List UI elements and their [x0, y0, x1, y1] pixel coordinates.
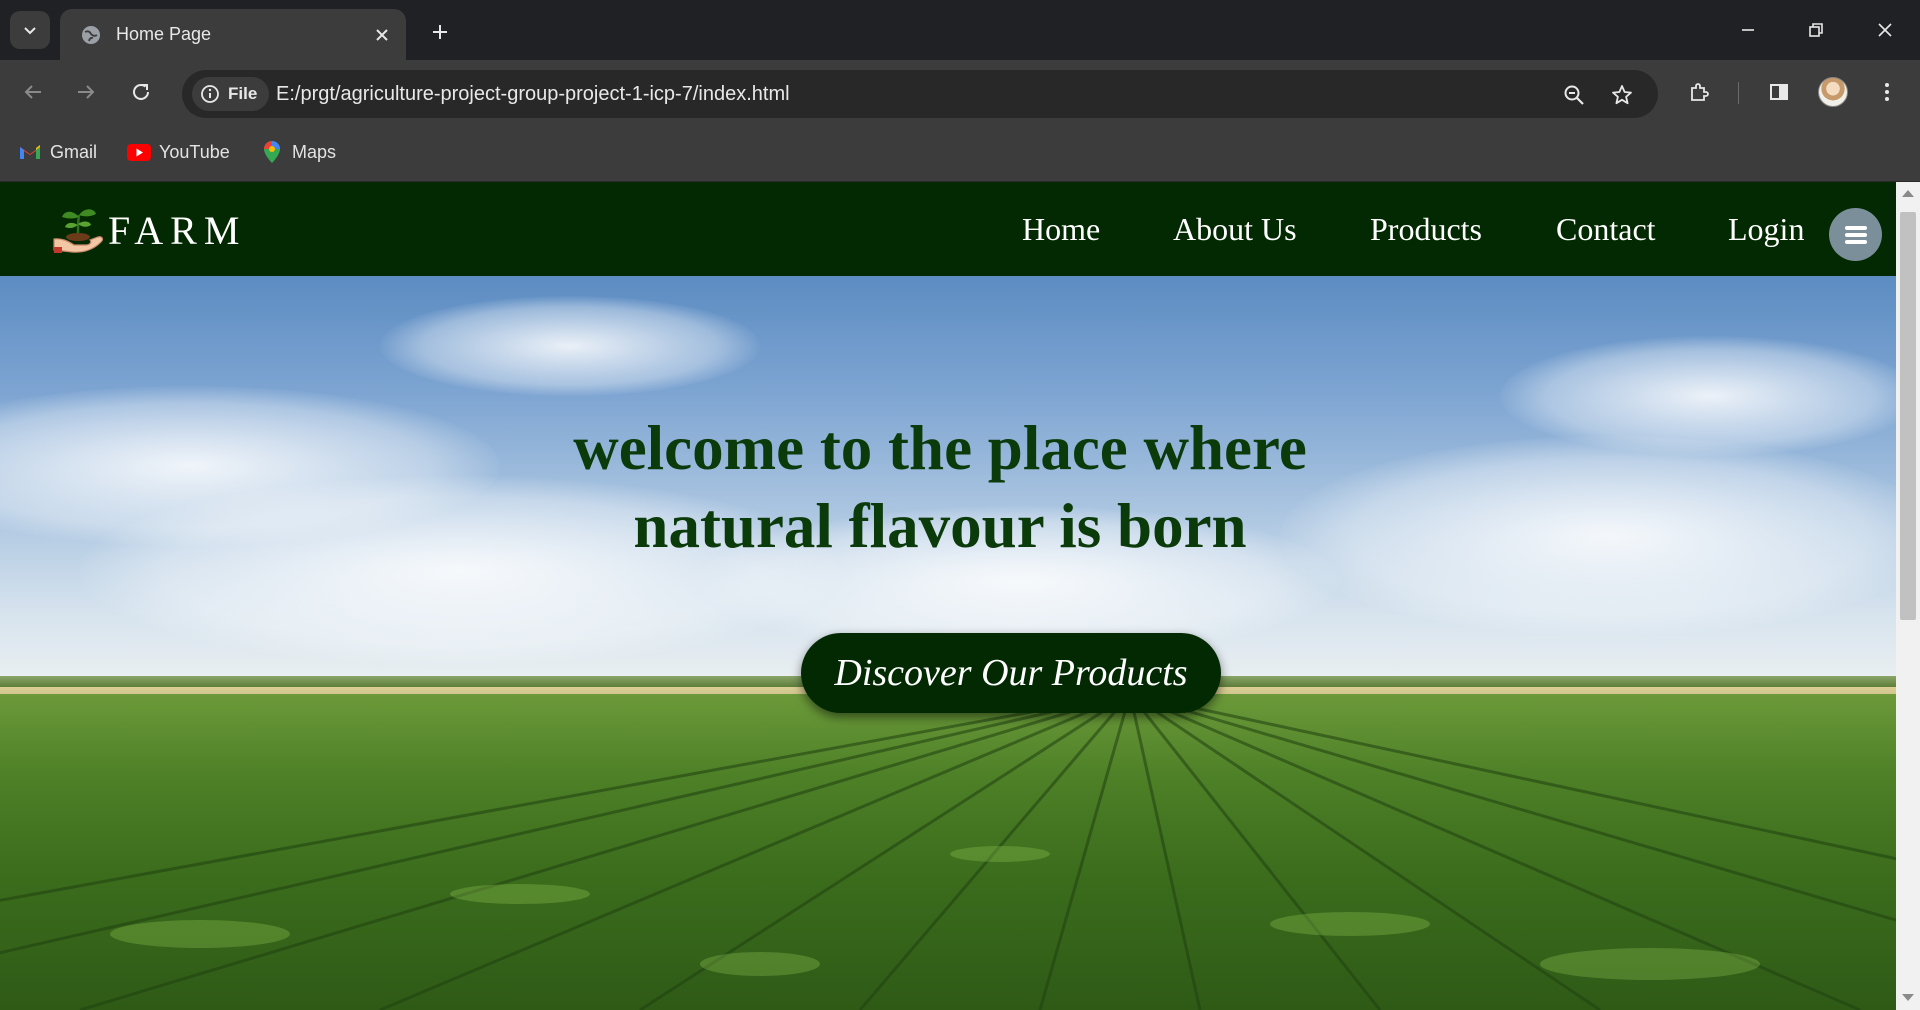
nav-link-contact[interactable]: Contact [1556, 211, 1656, 248]
cta-label: Discover Our Products [834, 652, 1188, 694]
site-chip-label: File [228, 84, 258, 103]
restore-button[interactable] [1792, 12, 1840, 48]
bookmarks-bar: Gmail YouTube Maps [0, 125, 1920, 182]
kebab-menu-icon [1885, 83, 1889, 101]
reload-icon [133, 83, 149, 100]
bookmark-label: YouTube [159, 141, 230, 162]
bookmark-youtube[interactable]: YouTube [127, 137, 230, 167]
hero-heading-line-2: natural flavour is born [633, 491, 1247, 561]
nav-link-login[interactable]: Login [1728, 211, 1804, 248]
bookmark-maps[interactable]: Maps [260, 137, 336, 167]
gmail-icon [18, 140, 42, 164]
scroll-down-arrow-icon[interactable] [1902, 994, 1914, 1001]
page-viewport: FARM Home About Us Products Contact Logi… [0, 182, 1896, 1010]
scroll-up-arrow-icon[interactable] [1902, 190, 1914, 197]
bookmark-label: Maps [292, 141, 337, 162]
arrow-left-icon [24, 85, 41, 99]
address-bar[interactable]: File E:/prgt/agriculture-project-group-p… [182, 70, 1658, 118]
info-icon [201, 85, 219, 103]
hero-heading-line-1: welcome to the place where [573, 413, 1307, 483]
bookmark-label: Gmail [50, 141, 98, 162]
page-scrollbar[interactable] [1896, 182, 1920, 1010]
site-info-chip[interactable]: File [192, 77, 270, 111]
new-tab-button[interactable] [424, 16, 456, 48]
toolbar-divider [1738, 82, 1739, 104]
close-icon [376, 28, 388, 41]
plus-icon [433, 25, 447, 39]
hero-heading: welcome to the place where natural flavo… [440, 409, 1440, 565]
globe-icon [82, 25, 100, 44]
site-navbar: FARM Home About Us Products Contact Logi… [0, 182, 1896, 276]
tab-search-button[interactable] [10, 11, 50, 49]
restore-icon [1809, 23, 1823, 37]
logo-text: FARM [108, 207, 247, 253]
profile-avatar[interactable] [1818, 77, 1848, 107]
side-panel-button[interactable] [1761, 74, 1797, 110]
reload-button[interactable] [123, 74, 159, 110]
tab-strip: Home Page [0, 0, 1920, 60]
plant-in-hand-icon [53, 209, 104, 253]
puzzle-icon [1691, 83, 1709, 101]
bookmark-gmail[interactable]: Gmail [18, 137, 97, 167]
browser-toolbar: File E:/prgt/agriculture-project-group-p… [0, 60, 1920, 125]
browser-menu-button[interactable] [1869, 74, 1905, 110]
nav-link-about-us[interactable]: About Us [1173, 211, 1297, 248]
zoom-button[interactable] [1559, 80, 1589, 110]
tab-title: Home Page [116, 24, 212, 44]
bookmark-star-button[interactable] [1607, 80, 1637, 110]
nav-link-home[interactable]: Home [1022, 211, 1100, 248]
side-panel-icon [1770, 84, 1788, 100]
extensions-button[interactable] [1681, 74, 1717, 110]
forward-button[interactable] [68, 74, 104, 110]
nav-link-products[interactable]: Products [1370, 211, 1482, 248]
star-icon [1612, 85, 1632, 105]
youtube-icon [127, 140, 151, 164]
zoom-out-icon [1564, 85, 1584, 105]
scrollbar-thumb[interactable] [1900, 212, 1916, 620]
hamburger-icon [1844, 225, 1867, 244]
minimize-icon [1742, 29, 1754, 31]
tab-close-button[interactable] [370, 23, 394, 47]
back-button[interactable] [15, 74, 51, 110]
hero-crop-field [0, 694, 1896, 1010]
url-text[interactable]: E:/prgt/agriculture-project-group-projec… [276, 83, 790, 106]
discover-products-button[interactable]: Discover Our Products [801, 633, 1221, 713]
minimize-button[interactable] [1724, 12, 1772, 48]
site-logo[interactable]: FARM [52, 205, 246, 255]
close-icon [1878, 23, 1892, 37]
arrow-right-icon [78, 85, 95, 99]
chevron-down-icon [24, 27, 36, 35]
maps-icon [260, 140, 284, 164]
hamburger-menu-button[interactable] [1829, 208, 1882, 261]
close-window-button[interactable] [1861, 12, 1909, 48]
active-tab[interactable]: Home Page [60, 9, 406, 60]
